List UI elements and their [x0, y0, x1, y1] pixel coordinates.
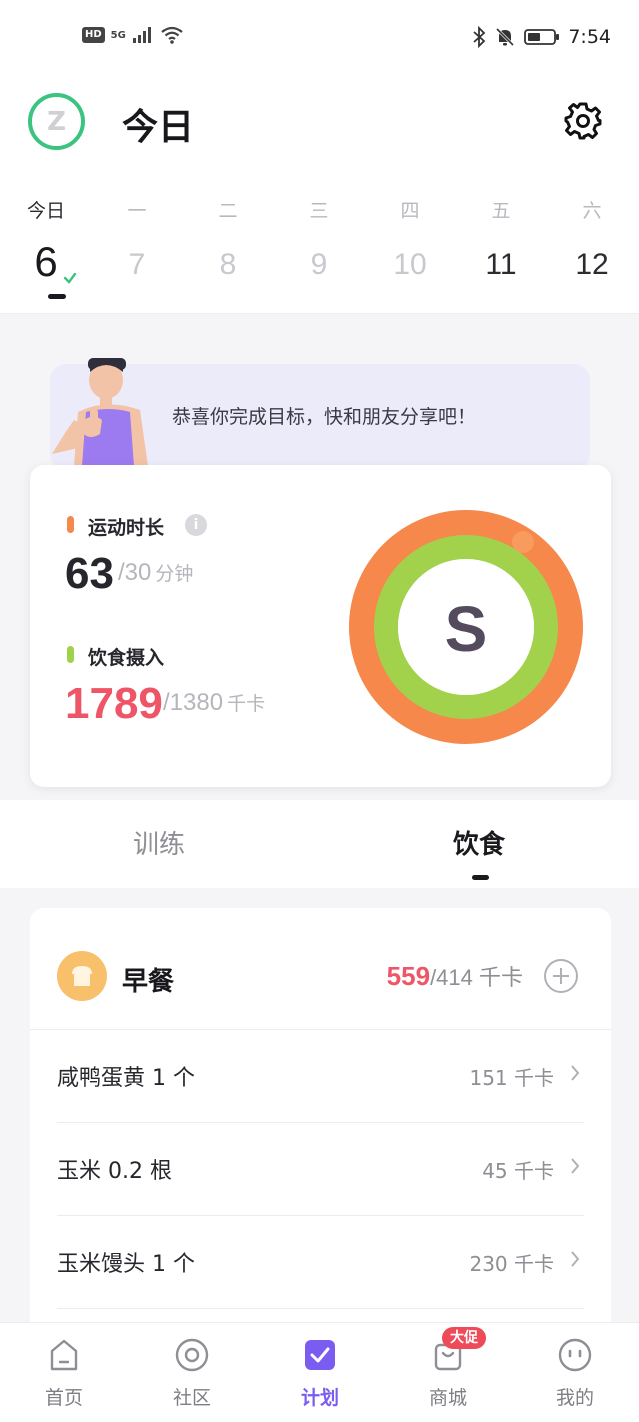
nav-label: 商城 — [428, 1387, 467, 1409]
nav-plan[interactable]: 计划 — [256, 1323, 384, 1422]
exercise-color-dot — [67, 516, 74, 533]
plan-check-icon — [305, 1340, 335, 1370]
status-left: HD 5G — [82, 26, 184, 44]
nav-label: 首页 — [44, 1387, 83, 1409]
mascot-illustration — [52, 358, 148, 466]
status-right: 7:54 — [472, 26, 611, 48]
diet-color-dot — [67, 646, 74, 663]
week-selector: 今日 6 一 7 二 8 三 9 四 10 五 11 六 12 — [0, 176, 639, 314]
day-label: 二 — [218, 200, 238, 222]
day-today[interactable]: 今日 6 — [11, 176, 81, 306]
nav-home[interactable]: 首页 — [0, 1323, 128, 1422]
active-tab-indicator — [472, 875, 489, 880]
day-label: 三 — [309, 200, 329, 222]
promo-badge: 大促 — [442, 1327, 486, 1349]
day-sat[interactable]: 六 12 — [557, 176, 627, 306]
day-fri[interactable]: 五 11 — [466, 176, 536, 306]
diet-unit: 千卡 — [227, 694, 266, 715]
profile-face-icon — [558, 1338, 592, 1372]
add-food-icon[interactable] — [543, 958, 579, 994]
food-name: 咸鸭蛋黄 1 个 — [57, 1066, 195, 1091]
meal-calories-eaten: 559 — [386, 961, 431, 991]
plan-tabs: 训练 饮食 — [0, 800, 639, 888]
community-icon — [175, 1338, 209, 1372]
exercise-unit: 分钟 — [155, 564, 194, 585]
day-wed[interactable]: 三 9 — [284, 176, 354, 306]
food-item[interactable]: 咸鸭蛋黄 1 个 151 千卡 — [57, 1030, 584, 1123]
food-name: 玉米馒头 1 个 — [57, 1252, 195, 1277]
network-type: 5G — [110, 29, 126, 41]
exercise-value: 63 — [65, 549, 114, 598]
signal-icon — [132, 27, 151, 43]
bluetooth-icon — [473, 26, 486, 48]
bread-icon — [57, 951, 107, 1001]
chevron-right-icon — [571, 1158, 580, 1174]
day-tue[interactable]: 二 8 — [193, 176, 263, 306]
tab-diet[interactable]: 饮食 — [453, 824, 505, 861]
food-name: 玉米 0.2 根 — [57, 1159, 172, 1184]
day-label: 四 — [400, 200, 420, 222]
food-calories: 230 千卡 — [469, 1252, 554, 1276]
day-date: 12 — [575, 248, 609, 281]
meal-calories-target: /414 千卡 — [430, 965, 523, 990]
tab-training[interactable]: 训练 — [133, 824, 185, 861]
chevron-right-icon — [571, 1065, 580, 1081]
progress-ring: S — [349, 510, 583, 744]
chevron-right-icon — [571, 1251, 580, 1267]
mute-bell-icon — [496, 27, 515, 47]
food-item[interactable]: 玉米 0.2 根 45 千卡 — [57, 1123, 584, 1216]
day-date: 8 — [219, 248, 237, 281]
food-calories: 45 千卡 — [482, 1159, 554, 1183]
nav-profile[interactable]: 我的 — [511, 1323, 639, 1422]
exercise-label: 运动时长 — [88, 517, 165, 539]
day-label: 一 — [127, 200, 147, 222]
day-mon[interactable]: 一 7 — [102, 176, 172, 306]
exercise-goal-value: /30 — [118, 559, 152, 586]
meal-calories: 559/414 千卡 — [387, 960, 523, 992]
food-calories: 151 千卡 — [469, 1066, 554, 1090]
day-thu[interactable]: 四 10 — [375, 176, 445, 306]
breakfast-card: 早餐 559/414 千卡 咸鸭蛋黄 1 个 151 千卡 玉米 0.2 根 4… — [30, 908, 611, 1368]
day-date: 11 — [485, 248, 517, 281]
battery-icon — [524, 29, 560, 45]
day-date: 10 — [393, 248, 427, 281]
nav-community[interactable]: 社区 — [128, 1323, 256, 1422]
nav-label: 计划 — [300, 1387, 339, 1409]
diet-goal-value: /1380 — [163, 689, 224, 716]
bottom-nav: 首页 社区 计划 大促 商城 我的 — [0, 1322, 639, 1422]
settings-gear-icon[interactable] — [563, 101, 603, 141]
meal-header[interactable]: 早餐 559/414 千卡 — [30, 908, 611, 1030]
status-bar: HD 5G 7:54 — [0, 0, 639, 76]
day-date: 7 — [128, 248, 146, 281]
exercise-goal: /30 分钟 — [118, 559, 193, 587]
ring-letter: S — [445, 593, 488, 665]
food-item[interactable]: 玉米馒头 1 个 230 千卡 — [57, 1216, 584, 1309]
clock-time: 7:54 — [568, 26, 611, 48]
wifi-icon — [161, 26, 183, 44]
daily-summary-card[interactable]: 运动时长 i 63 /30 分钟 饮食摄入 1789 /1380 千卡 S — [30, 465, 611, 787]
home-icon — [50, 1339, 78, 1371]
diet-value: 1789 — [65, 679, 163, 728]
banner-text: 恭喜你完成目标，快和朋友分享吧！ — [172, 406, 477, 428]
day-label: 五 — [491, 200, 511, 222]
day-date: 9 — [310, 248, 328, 281]
nav-label: 社区 — [172, 1387, 211, 1409]
avatar[interactable]: Z — [28, 93, 85, 150]
day-label: 六 — [582, 200, 602, 222]
meal-title: 早餐 — [122, 967, 175, 997]
hd-badge: HD — [82, 27, 105, 43]
nav-label: 我的 — [555, 1387, 594, 1409]
nav-shop[interactable]: 大促 商城 — [384, 1323, 512, 1422]
completed-check-icon — [63, 272, 77, 284]
selected-day-indicator — [48, 294, 66, 299]
day-label: 今日 — [26, 200, 65, 222]
app-header: Z 今日 — [0, 76, 639, 176]
page-title: 今日 — [122, 107, 195, 148]
diet-goal: /1380 千卡 — [163, 689, 265, 717]
info-icon[interactable]: i — [185, 514, 207, 536]
diet-label: 饮食摄入 — [88, 647, 165, 669]
